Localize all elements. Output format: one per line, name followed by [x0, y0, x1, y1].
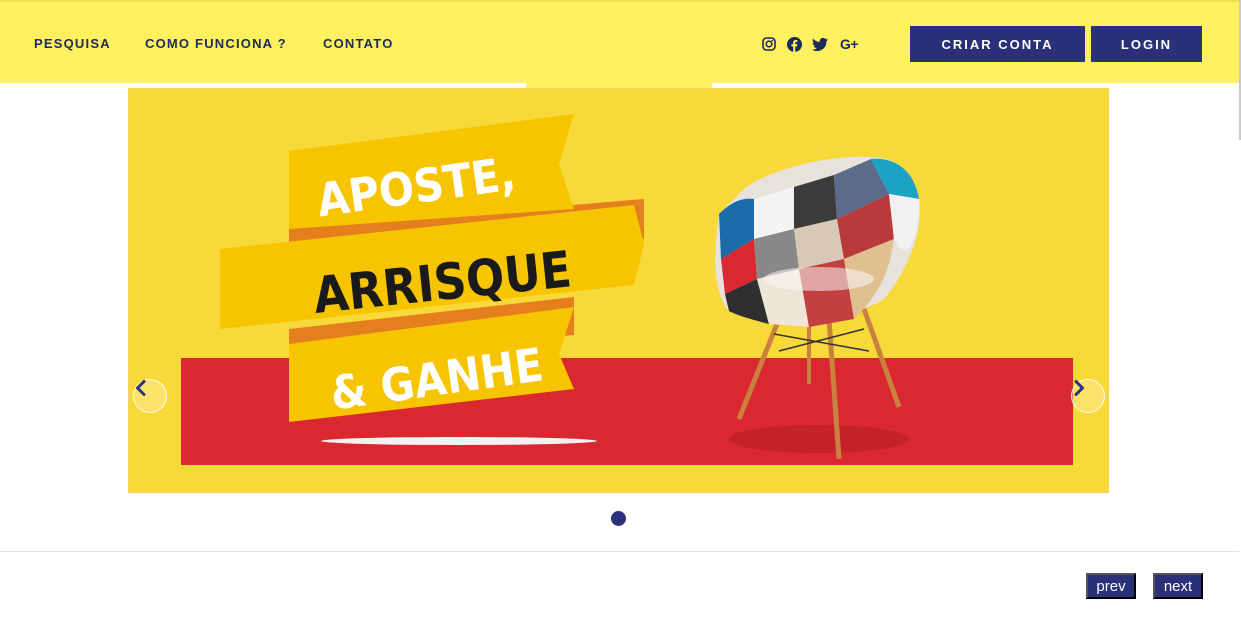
- chevron-right-icon: [1074, 380, 1084, 396]
- banner-artwork: APOSTE, ARRISQUE & GANHE: [181, 114, 1073, 465]
- chevron-left-icon: [136, 380, 146, 396]
- nav-como-funciona[interactable]: COMO FUNCIONA ?: [145, 36, 287, 51]
- carousel-prev-arrow[interactable]: [133, 379, 167, 413]
- twitter-icon[interactable]: [811, 35, 829, 53]
- carousel-next-arrow[interactable]: [1071, 379, 1105, 413]
- banner-shadow: [321, 437, 597, 445]
- next-button[interactable]: next: [1153, 573, 1203, 599]
- prev-button[interactable]: prev: [1086, 573, 1136, 599]
- nav-contato[interactable]: CONTATO: [323, 36, 394, 51]
- hero-banner: APOSTE, ARRISQUE & GANHE: [128, 88, 1109, 493]
- site-header: PESQUISA COMO FUNCIONA ? CONTATO G+ CRIA…: [0, 0, 1239, 83]
- nav-pesquisa[interactable]: PESQUISA: [34, 36, 111, 51]
- create-account-button[interactable]: CRIAR CONTA: [910, 26, 1085, 62]
- carousel-indicator-active[interactable]: [611, 511, 626, 526]
- instagram-icon[interactable]: [760, 35, 778, 53]
- facebook-icon[interactable]: [785, 35, 803, 53]
- google-plus-label: G+: [839, 36, 859, 52]
- login-button[interactable]: LOGIN: [1091, 26, 1202, 62]
- section-divider: [0, 551, 1239, 552]
- google-plus-icon[interactable]: G+: [838, 35, 860, 53]
